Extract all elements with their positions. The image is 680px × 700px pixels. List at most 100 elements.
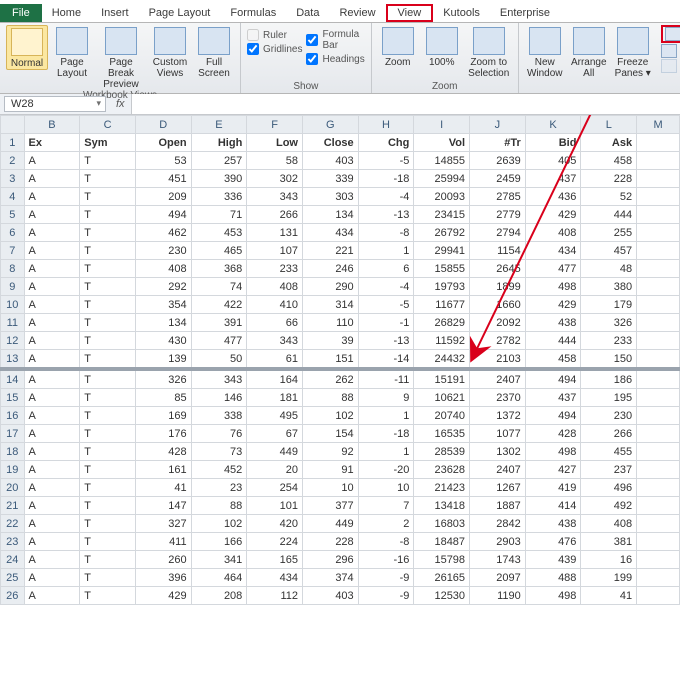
tab-data[interactable]: Data: [286, 4, 329, 22]
page-break-preview-button[interactable]: Page Break Preview: [96, 25, 146, 90]
cell[interactable]: 496: [581, 479, 637, 497]
cell[interactable]: T: [80, 296, 136, 314]
cell[interactable]: 1190: [470, 587, 526, 605]
cell[interactable]: 419: [525, 479, 581, 497]
cell[interactable]: 10: [358, 479, 414, 497]
cell[interactable]: A: [24, 369, 80, 389]
cell[interactable]: 498: [525, 278, 581, 296]
cell[interactable]: A: [24, 350, 80, 370]
cell[interactable]: Ask: [581, 134, 637, 152]
cell[interactable]: 368: [191, 260, 247, 278]
cell[interactable]: 228: [302, 533, 358, 551]
cell[interactable]: 343: [191, 369, 247, 389]
cell[interactable]: A: [24, 551, 80, 569]
cell[interactable]: 164: [247, 369, 303, 389]
cell[interactable]: #Tr: [470, 134, 526, 152]
cell[interactable]: T: [80, 206, 136, 224]
cell[interactable]: T: [80, 479, 136, 497]
cell[interactable]: -14: [358, 350, 414, 370]
cell[interactable]: Sym: [80, 134, 136, 152]
cell[interactable]: 429: [525, 296, 581, 314]
cell[interactable]: 2: [358, 515, 414, 533]
full-screen-button[interactable]: Full Screen: [194, 25, 234, 79]
row-header[interactable]: 5: [1, 206, 25, 224]
tab-file[interactable]: File: [0, 4, 42, 22]
row-header[interactable]: 17: [1, 425, 25, 443]
cell[interactable]: 48: [581, 260, 637, 278]
cell[interactable]: T: [80, 515, 136, 533]
new-window-button[interactable]: New Window: [525, 25, 565, 79]
cell[interactable]: 131: [247, 224, 303, 242]
cell[interactable]: 326: [581, 314, 637, 332]
cell[interactable]: 112: [247, 587, 303, 605]
row-header[interactable]: 8: [1, 260, 25, 278]
cell[interactable]: 110: [302, 314, 358, 332]
cell[interactable]: A: [24, 389, 80, 407]
cell[interactable]: 61: [247, 350, 303, 370]
cell[interactable]: 494: [525, 369, 581, 389]
cell[interactable]: 224: [247, 533, 303, 551]
col-header-K[interactable]: K: [525, 116, 581, 134]
cell[interactable]: T: [80, 224, 136, 242]
cell[interactable]: [637, 314, 680, 332]
cell[interactable]: 2903: [470, 533, 526, 551]
cell[interactable]: T: [80, 461, 136, 479]
cell[interactable]: T: [80, 278, 136, 296]
cell[interactable]: 414: [525, 497, 581, 515]
cell[interactable]: [637, 443, 680, 461]
cell[interactable]: 165: [247, 551, 303, 569]
cell[interactable]: 139: [135, 350, 191, 370]
cell[interactable]: 91: [302, 461, 358, 479]
cell[interactable]: [637, 188, 680, 206]
col-header-D[interactable]: D: [135, 116, 191, 134]
ruler-checkbox[interactable]: Ruler: [247, 29, 302, 41]
formula-input[interactable]: [131, 94, 680, 114]
cell[interactable]: T: [80, 332, 136, 350]
cell[interactable]: 411: [135, 533, 191, 551]
cell[interactable]: 1: [358, 407, 414, 425]
cell[interactable]: -1: [358, 314, 414, 332]
row-header[interactable]: 23: [1, 533, 25, 551]
cell[interactable]: 147: [135, 497, 191, 515]
cell[interactable]: 477: [191, 332, 247, 350]
row-header[interactable]: 15: [1, 389, 25, 407]
cell[interactable]: 257: [191, 152, 247, 170]
cell[interactable]: A: [24, 170, 80, 188]
cell[interactable]: 2103: [470, 350, 526, 370]
col-header-B[interactable]: B: [24, 116, 80, 134]
cell[interactable]: 444: [525, 332, 581, 350]
cell[interactable]: 101: [247, 497, 303, 515]
col-header-J[interactable]: J: [470, 116, 526, 134]
zoom-button[interactable]: Zoom: [378, 25, 418, 68]
cell[interactable]: 23: [191, 479, 247, 497]
cell[interactable]: 434: [247, 569, 303, 587]
cell[interactable]: [637, 170, 680, 188]
cell[interactable]: 339: [302, 170, 358, 188]
cell[interactable]: 292: [135, 278, 191, 296]
cell[interactable]: 302: [247, 170, 303, 188]
cell[interactable]: 23628: [414, 461, 470, 479]
tab-kutools[interactable]: Kutools: [433, 4, 490, 22]
cell[interactable]: [637, 260, 680, 278]
cell[interactable]: 20740: [414, 407, 470, 425]
cell[interactable]: 391: [191, 314, 247, 332]
tab-review[interactable]: Review: [329, 4, 385, 22]
cell[interactable]: 134: [302, 206, 358, 224]
cell[interactable]: [637, 242, 680, 260]
cell[interactable]: Close: [302, 134, 358, 152]
col-header-L[interactable]: L: [581, 116, 637, 134]
cell[interactable]: -11: [358, 369, 414, 389]
cell[interactable]: 434: [525, 242, 581, 260]
cell[interactable]: A: [24, 278, 80, 296]
cell[interactable]: 428: [135, 443, 191, 461]
row-header[interactable]: 26: [1, 587, 25, 605]
cell[interactable]: 23415: [414, 206, 470, 224]
zoom-to-selection-button[interactable]: Zoom to Selection: [466, 25, 512, 79]
cell[interactable]: 2092: [470, 314, 526, 332]
cell[interactable]: [637, 569, 680, 587]
cell[interactable]: -5: [358, 296, 414, 314]
cell[interactable]: 260: [135, 551, 191, 569]
cell[interactable]: 428: [525, 425, 581, 443]
cell[interactable]: 92: [302, 443, 358, 461]
cell[interactable]: 410: [247, 296, 303, 314]
